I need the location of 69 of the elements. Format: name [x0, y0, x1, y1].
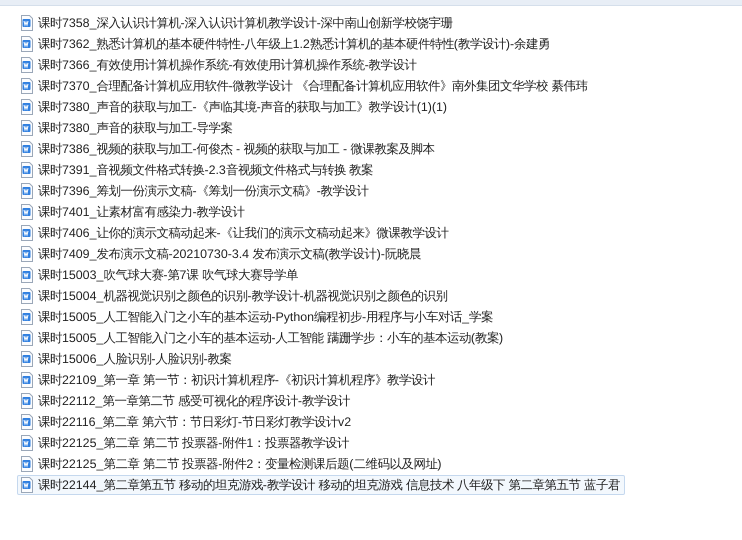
document-icon: [20, 99, 34, 115]
file-name: 课时7401_让素材富有感染力-教学设计: [38, 204, 245, 220]
file-name: 课时15005_人工智能入门之小车的基本运动-人工智能 蹒跚学步：小车的基本运动(教案): [38, 330, 504, 346]
file-item[interactable]: 课时22109_第一章 第一节：初识计算机程序-《初识计算机程序》教学设计: [17, 370, 440, 390]
document-icon: [20, 435, 34, 451]
document-icon: [20, 372, 34, 388]
document-icon: [20, 414, 34, 430]
file-name: 课时7366_有效使用计算机操作系统-有效使用计算机操作系统-教学设计: [38, 56, 417, 74]
file-item[interactable]: 课时22116_第二章 第六节：节日彩灯-节日彩灯教学设计v2: [17, 412, 356, 432]
document-icon: [20, 15, 34, 31]
document-icon: [20, 330, 34, 346]
document-icon: [20, 183, 34, 199]
file-name: 课时15003_吹气球大赛-第7课 吹气球大赛导学单: [38, 266, 298, 284]
file-item[interactable]: 课时7370_合理配备计算机应用软件-微教学设计 《合理配备计算机应用软件》南外集团文华学校 綦伟玮: [17, 76, 592, 96]
document-icon: [20, 78, 34, 94]
file-item[interactable]: 课时15004_机器视觉识别之颜色的识别-教学设计-机器视觉识别之颜色的识别: [17, 286, 453, 306]
file-name: 课时22109_第一章 第一节：初识计算机程序-《初识计算机程序》教学设计: [38, 372, 435, 388]
file-name: 课时22125_第二章 第二节 投票器-附件2：变量检测课后题(二维码以及网址): [38, 456, 442, 472]
file-item[interactable]: 课时22125_第二章 第二节 投票器-附件2：变量检测课后题(二维码以及网址): [17, 454, 447, 474]
file-name: 课时22125_第二章 第二节 投票器-附件1：投票器教学设计: [38, 434, 350, 452]
file-name: 课时7396_筹划一份演示文稿-《筹划一份演示文稿》-教学设计: [38, 182, 369, 200]
file-item[interactable]: 课时15005_人工智能入门之小车的基本运动-Python编程初步-用程序与小车对话_学案: [17, 307, 498, 327]
file-name: 课时15004_机器视觉识别之颜色的识别-教学设计-机器视觉识别之颜色的识别: [38, 288, 448, 304]
document-icon: [20, 288, 34, 304]
file-name: 课时15005_人工智能入门之小车的基本运动-Python编程初步-用程序与小车对话_学案: [38, 308, 494, 326]
file-item[interactable]: 课时7366_有效使用计算机操作系统-有效使用计算机操作系统-教学设计: [17, 55, 422, 75]
document-icon: [20, 141, 34, 157]
file-name: 课时7358_深入认识计算机-深入认识计算机教学设计-深中南山创新学校饶宇珊: [38, 14, 453, 32]
file-name: 课时22144_第二章第五节 移动的坦克游戏-教学设计 移动的坦克游戏 信息技术 八年级下 第二章第五节 蓝子君: [38, 476, 620, 494]
document-icon: [20, 267, 34, 283]
document-icon: [20, 351, 34, 367]
file-item[interactable]: 课时7380_声音的获取与加工-导学案: [17, 118, 238, 138]
document-icon: [20, 393, 34, 409]
file-item[interactable]: 课时22112_第一章第二节 感受可视化的程序设计-教学设计: [17, 391, 355, 411]
file-name: 课时7406_让你的演示文稿动起来-《让我们的演示文稿动起来》微课教学设计: [38, 224, 449, 242]
file-item[interactable]: 课时22125_第二章 第二节 投票器-附件1：投票器教学设计: [17, 433, 354, 453]
file-name: 课时7386_视频的获取与加工-何俊杰 - 视频的获取与加工 - 微课教案及脚本: [38, 140, 435, 158]
file-item[interactable]: 课时22144_第二章第五节 移动的坦克游戏-教学设计 移动的坦克游戏 信息技术 八年级下 第二章第五节 蓝子君: [17, 475, 626, 495]
file-name: 课时7370_合理配备计算机应用软件-微教学设计 《合理配备计算机应用软件》南外集团文华学校 綦伟玮: [38, 78, 588, 94]
file-item[interactable]: 课时7380_声音的获取与加工-《声临其境-声音的获取与加工》教学设计(1)(1): [17, 97, 452, 117]
file-item[interactable]: 课时7401_让素材富有感染力-教学设计: [17, 202, 250, 222]
file-item[interactable]: 课时15006_人脸识别-人脸识别-教案: [17, 349, 237, 369]
document-icon: [20, 456, 34, 472]
file-name: 课时22116_第二章 第六节：节日彩灯-节日彩灯教学设计v2: [38, 414, 352, 430]
file-name: 课时15006_人脸识别-人脸识别-教案: [38, 350, 232, 368]
file-name: 课时7391_音视频文件格式转换-2.3音视频文件格式与转换 教案: [38, 162, 374, 178]
file-name: 课时22112_第一章第二节 感受可视化的程序设计-教学设计: [38, 392, 350, 410]
file-name: 课时7380_声音的获取与加工-《声临其境-声音的获取与加工》教学设计(1)(1): [38, 98, 447, 116]
file-item[interactable]: 课时7406_让你的演示文稿动起来-《让我们的演示文稿动起来》微课教学设计: [17, 223, 454, 243]
file-item[interactable]: 课时15003_吹气球大赛-第7课 吹气球大赛导学单: [17, 265, 303, 285]
file-item[interactable]: 课时7409_发布演示文稿-20210730-3.4 发布演示文稿(教学设计)-阮晓晨: [17, 244, 426, 264]
document-icon: [20, 309, 34, 325]
document-icon: [20, 162, 34, 178]
document-icon: [20, 36, 34, 52]
file-item[interactable]: 课时7386_视频的获取与加工-何俊杰 - 视频的获取与加工 - 微课教案及脚本: [17, 139, 440, 159]
file-name: 课时7409_发布演示文稿-20210730-3.4 发布演示文稿(教学设计)-阮晓晨: [38, 246, 421, 262]
document-icon: [20, 57, 34, 73]
document-icon: [20, 120, 34, 136]
document-icon: [20, 225, 34, 241]
document-icon: [20, 477, 34, 493]
file-item[interactable]: 课时7391_音视频文件格式转换-2.3音视频文件格式与转换 教案: [17, 160, 378, 180]
document-icon: [20, 246, 34, 262]
file-name: 课时7362_熟悉计算机的基本硬件特性-八年级上1.2熟悉计算机的基本硬件特性(教学设计)-余建勇: [38, 36, 550, 52]
file-item[interactable]: 课时7358_深入认识计算机-深入认识计算机教学设计-深中南山创新学校饶宇珊: [17, 13, 458, 33]
file-item[interactable]: 课时7396_筹划一份演示文稿-《筹划一份演示文稿》-教学设计: [17, 181, 374, 201]
file-name: 课时7380_声音的获取与加工-导学案: [38, 120, 233, 136]
document-icon: [20, 204, 34, 220]
file-item[interactable]: 课时15005_人工智能入门之小车的基本运动-人工智能 蹒跚学步：小车的基本运动(教案): [17, 328, 508, 348]
file-item[interactable]: 课时7362_熟悉计算机的基本硬件特性-八年级上1.2熟悉计算机的基本硬件特性(教学设计)-余建勇: [17, 34, 556, 54]
